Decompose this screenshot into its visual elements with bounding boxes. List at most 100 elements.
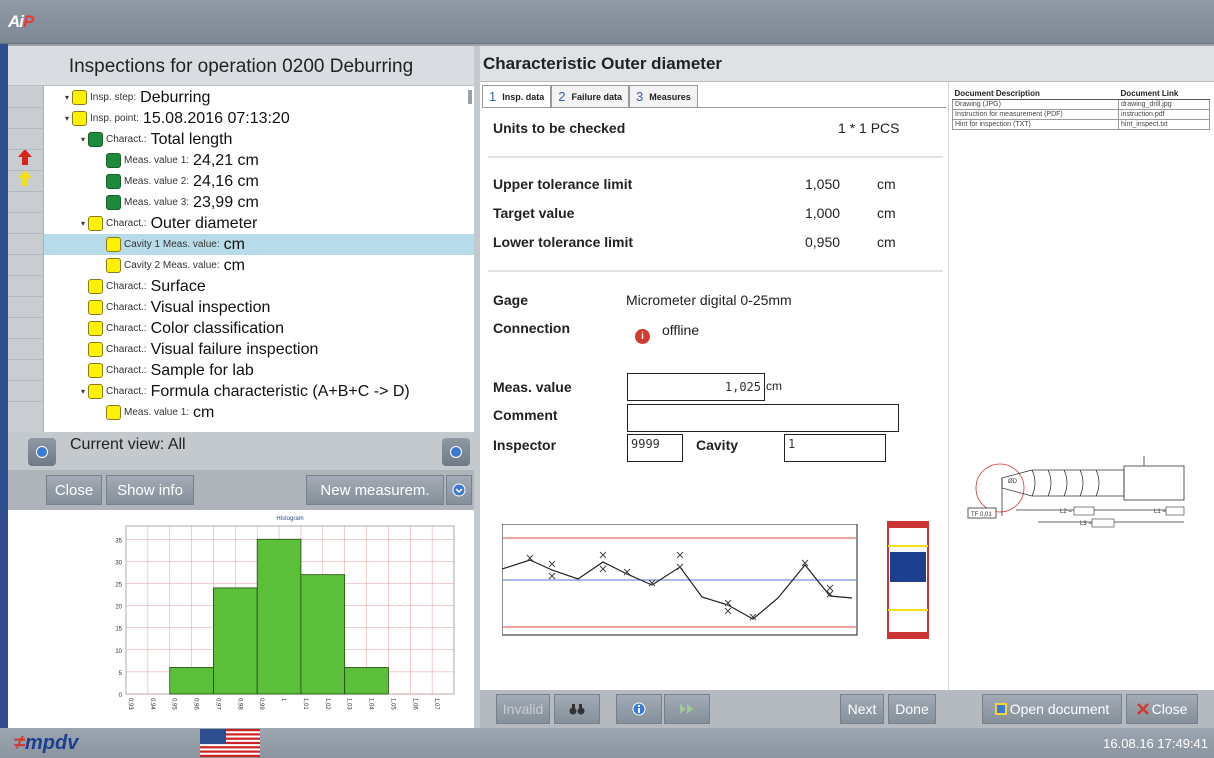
gutter-divider — [8, 296, 44, 297]
tree-item[interactable]: Cavity 2 Meas. value: cm — [44, 255, 474, 276]
next-button[interactable]: Next — [840, 694, 884, 724]
status-square-icon — [88, 279, 103, 294]
expand-toggle-icon[interactable]: ▾ — [62, 114, 72, 123]
tab-failure-data[interactable]: 2 Failure data — [551, 85, 629, 107]
view-next-button[interactable] — [442, 438, 470, 466]
content-divider — [948, 82, 949, 690]
tree-item[interactable]: ▾ Insp. step: Deburring — [44, 87, 474, 108]
tree-item-label: Charact.: — [106, 365, 147, 376]
inspections-panel-header: Inspections for operation 0200 Deburring — [8, 46, 474, 86]
tab-insp-data[interactable]: 1 Insp. data — [482, 85, 552, 107]
document-row[interactable]: Instruction for measurement (PDF) instruc… — [951, 109, 1210, 120]
status-square-icon — [106, 405, 121, 420]
x-tick-label: 1,07 — [433, 698, 439, 710]
forward-button[interactable] — [664, 694, 710, 724]
inspection-tree[interactable]: ▾ Insp. step: Deburring ▾ Insp. point: 15.08.… — [8, 86, 474, 432]
tab-measures[interactable]: 3 Measures — [629, 85, 698, 107]
gutter-divider — [8, 191, 44, 192]
tree-item-value: cm — [223, 235, 245, 253]
tree-item-label: Charact.: — [106, 134, 147, 145]
y-tick-label: 5 — [119, 671, 123, 677]
x-tick-label: 0,98 — [236, 698, 242, 710]
tree-item[interactable]: Meas. value 1: cm — [44, 402, 474, 423]
tree-item-value: Visual failure inspection — [150, 340, 319, 358]
tree-item[interactable]: Meas. value 1: 24,21 cm — [44, 150, 474, 171]
expand-toggle-icon[interactable]: ▾ — [78, 219, 88, 228]
tree-item[interactable]: Cavity 1 Meas. value: cm — [44, 234, 474, 255]
comment-input[interactable] — [627, 404, 899, 432]
gutter-divider — [8, 359, 44, 360]
close-icon — [1136, 703, 1149, 715]
document-row[interactable]: Hint for inspection (TXT) hint_inspect.tx… — [951, 119, 1210, 130]
tree-item-label: Charact.: — [106, 386, 147, 397]
tree-item[interactable]: ▾ Insp. point: 15.08.2016 07:13:20 — [44, 108, 474, 129]
histogram-bar — [213, 587, 258, 695]
info-icon — [632, 702, 646, 716]
target-value-unit: cm — [877, 205, 896, 221]
tree-item[interactable]: ▾ Charact.: Formula characteristic (A+B+C … — [44, 381, 474, 402]
close-button[interactable]: Close — [1126, 694, 1198, 724]
tree-scroll-indicator[interactable] — [468, 90, 472, 104]
connection-value: offline — [662, 322, 700, 338]
status-square-icon — [106, 237, 121, 252]
info-circle-icon — [36, 446, 48, 458]
gutter-divider — [8, 338, 44, 339]
tree-item[interactable]: Charact.: Color classification — [44, 318, 474, 339]
tree-item[interactable]: Meas. value 3: 23,99 cm — [44, 192, 474, 213]
open-document-button[interactable]: Open document — [982, 694, 1122, 724]
invalid-button[interactable]: Invalid — [496, 694, 550, 724]
arrow-up-red-icon[interactable] — [18, 149, 32, 165]
arrow-up-yellow-icon[interactable] — [18, 170, 32, 186]
tree-item-value: Color classification — [150, 319, 284, 337]
divider — [488, 270, 943, 272]
us-flag-icon[interactable] — [200, 729, 260, 757]
meas-value-unit: cm — [766, 379, 782, 393]
y-tick-label: 25 — [115, 582, 122, 588]
document-row[interactable]: Drawing (JPG) drawing_drill.jpg — [951, 99, 1210, 110]
meas-value-input[interactable]: 1,025 — [627, 373, 765, 401]
gutter-divider — [8, 275, 44, 276]
tree-item[interactable]: Charact.: Visual inspection — [44, 297, 474, 318]
top-bar: AiP — [0, 0, 1214, 44]
expand-toggle-icon[interactable]: ▾ — [62, 93, 72, 102]
brand-logo: ≠mpdv — [14, 732, 79, 754]
x-tick-label: 1,01 — [302, 698, 308, 710]
view-prev-button[interactable] — [28, 438, 56, 466]
status-square-icon — [106, 153, 121, 168]
tree-item-value: 24,16 cm — [193, 172, 259, 190]
tree-item[interactable]: Meas. value 2: 24,16 cm — [44, 171, 474, 192]
tab-underline — [482, 107, 946, 108]
cavity-label: Cavity — [696, 437, 739, 453]
drill-drawing: TF 0,01 ØD L2 = L1 = L3 = — [967, 456, 1185, 528]
dropdown-button[interactable] — [446, 475, 472, 505]
tree-item[interactable]: ▾ Charact.: Total length — [44, 129, 474, 150]
tree-item-label: Meas. value 1: — [124, 155, 190, 166]
gutter-divider — [8, 212, 44, 213]
gage-value: Micrometer digital 0-25mm — [626, 292, 792, 308]
doc-description-header: Document Description — [952, 88, 1119, 100]
tree-item[interactable]: Charact.: Sample for lab — [44, 360, 474, 381]
new-measurement-button[interactable]: New measurem. — [306, 475, 444, 505]
inspections-panel-title: Inspections for operation 0200 Deburring — [68, 56, 414, 77]
action-bar: Invalid Next Done Open document Close — [480, 690, 1214, 728]
show-info-button[interactable]: Show info — [106, 475, 194, 505]
left-button-bar: Close Show info New measurem. — [8, 470, 474, 510]
inspector-input[interactable]: 9999 — [627, 434, 683, 462]
binoculars-button[interactable] — [554, 694, 600, 724]
y-tick-label: 35 — [115, 538, 122, 544]
status-square-icon — [88, 363, 103, 378]
tree-item[interactable]: ▾ Charact.: Outer diameter — [44, 213, 474, 234]
tree-item[interactable]: Charact.: Visual failure inspection — [44, 339, 474, 360]
done-button[interactable]: Done — [888, 694, 936, 724]
characteristic-header: Characteristic Outer diameter — [480, 46, 1214, 82]
close-tree-button[interactable]: Close — [46, 475, 102, 505]
expand-toggle-icon[interactable]: ▾ — [78, 387, 88, 396]
y-tick-label: 20 — [115, 605, 122, 611]
tree-item[interactable]: Charact.: Surface — [44, 276, 474, 297]
expand-toggle-icon[interactable]: ▾ — [78, 135, 88, 144]
cavity-input[interactable]: 1 — [784, 434, 886, 462]
tree-item-value: Total length — [150, 130, 233, 148]
status-square-icon — [88, 384, 103, 399]
info-button[interactable] — [616, 694, 662, 724]
tree-item-label: Charact.: — [106, 323, 147, 334]
